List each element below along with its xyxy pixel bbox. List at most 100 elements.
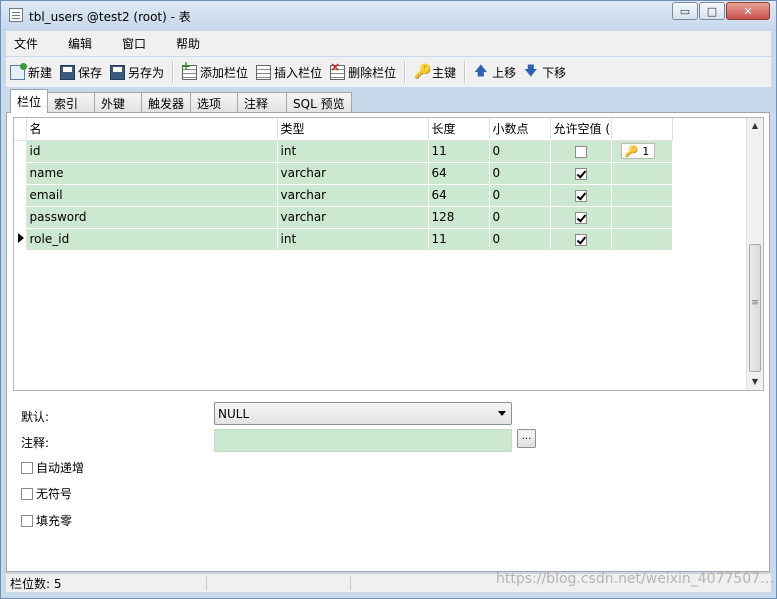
auto-increment-checkbox[interactable]	[21, 461, 33, 474]
primary-key-button[interactable]: 🔑 主键	[410, 60, 460, 84]
col-header-name[interactable]: 名	[26, 118, 278, 141]
scroll-up-icon[interactable]: ▲	[747, 118, 763, 134]
field-name-cell[interactable]: email	[26, 184, 278, 207]
delete-field-button[interactable]: 删除栏位	[326, 60, 400, 84]
comment-ellipsis-button[interactable]: ...	[517, 429, 536, 448]
allow-null-cell[interactable]	[550, 228, 612, 251]
vertical-scrollbar[interactable]: ▲ ▼	[746, 118, 763, 390]
new-label: 新建	[28, 65, 53, 80]
table-row[interactable]: id int 11 0 🔑 1	[14, 140, 673, 163]
tab-comment[interactable]: 注释	[237, 92, 288, 113]
field-decimals-cell[interactable]: 0	[489, 162, 551, 185]
key-cell[interactable]	[611, 184, 673, 207]
allow-null-cell[interactable]	[550, 184, 612, 207]
insert-field-label: 插入栏位	[274, 65, 323, 80]
menu-edit[interactable]: 编辑	[60, 35, 92, 52]
field-decimals-cell[interactable]: 0	[489, 140, 551, 163]
table-row[interactable]: password varchar 128 0	[14, 206, 673, 229]
field-decimals-cell[interactable]: 0	[489, 206, 551, 229]
row-indicator-header	[14, 118, 27, 141]
tab-strip: 栏位 索引 外键 触发器 选项 注释 SQL 预览	[10, 89, 352, 113]
auto-increment-option[interactable]: 自动递增	[21, 459, 84, 476]
add-field-button[interactable]: 添加栏位	[178, 59, 252, 84]
move-down-button[interactable]: 🡇 下移	[520, 60, 570, 84]
allow-null-checkbox[interactable]	[574, 233, 587, 246]
comment-field[interactable]	[214, 429, 512, 452]
allow-null-checkbox[interactable]	[574, 189, 587, 202]
unsigned-checkbox[interactable]	[21, 487, 33, 500]
allow-null-checkbox[interactable]	[574, 145, 587, 158]
col-header-length[interactable]: 长度	[428, 118, 490, 141]
save-as-label: 另存为	[128, 65, 165, 80]
key-order: 1	[642, 144, 650, 158]
col-header-key[interactable]	[611, 118, 673, 141]
save-button[interactable]: 保存	[56, 60, 106, 84]
allow-null-checkbox[interactable]	[574, 211, 587, 224]
close-button[interactable]: ✕	[726, 2, 770, 20]
field-name-cell[interactable]: id	[26, 140, 278, 163]
title-bar[interactable]: tbl_users @test2 (root) - 表 ▭ □ ✕	[1, 1, 776, 31]
zerofill-option[interactable]: 填充零	[21, 512, 72, 529]
save-label: 保存	[78, 65, 103, 80]
save-as-icon	[110, 64, 126, 80]
unsigned-option[interactable]: 无符号	[21, 485, 72, 502]
field-name-cell[interactable]: role_id	[26, 228, 278, 251]
row-indicator	[14, 162, 27, 185]
new-button[interactable]: 新建	[6, 60, 56, 84]
field-length-cell[interactable]: 11	[428, 228, 490, 251]
field-name-cell[interactable]: name	[26, 162, 278, 185]
tab-sql-preview[interactable]: SQL 预览	[286, 92, 352, 113]
tab-indexes[interactable]: 索引	[47, 92, 96, 113]
menu-file[interactable]: 文件	[6, 35, 38, 52]
tab-options[interactable]: 选项	[190, 92, 239, 113]
field-type-cell[interactable]: int	[277, 140, 429, 163]
field-decimals-cell[interactable]: 0	[489, 184, 551, 207]
key-cell[interactable]	[611, 228, 673, 251]
key-cell[interactable]	[611, 162, 673, 185]
allow-null-checkbox[interactable]	[574, 167, 587, 180]
save-icon	[60, 64, 76, 80]
field-type-cell[interactable]: varchar	[277, 206, 429, 229]
menu-window[interactable]: 窗口	[114, 35, 146, 52]
field-type-cell[interactable]: varchar	[277, 184, 429, 207]
row-indicator	[14, 206, 27, 229]
allow-null-cell[interactable]	[550, 206, 612, 229]
field-length-cell[interactable]: 11	[428, 140, 490, 163]
field-decimals-cell[interactable]: 0	[489, 228, 551, 251]
scroll-thumb[interactable]	[749, 244, 761, 372]
allow-null-cell[interactable]	[550, 162, 612, 185]
move-up-button[interactable]: 🡅 上移	[470, 60, 520, 84]
maximize-button[interactable]: □	[699, 2, 725, 20]
menu-help[interactable]: 帮助	[168, 35, 200, 52]
table-row[interactable]: email varchar 64 0	[14, 184, 673, 207]
save-as-button[interactable]: 另存为	[106, 60, 168, 84]
field-length-cell[interactable]: 64	[428, 162, 490, 185]
col-header-allow-null[interactable]: 允许空值 (	[550, 118, 612, 141]
insert-field-button[interactable]: 插入栏位	[252, 60, 326, 84]
key-cell[interactable]	[611, 206, 673, 229]
fields-panel: 名 类型 长度 小数点 允许空值 ( id int 11 0 🔑 1 name varchar…	[6, 112, 770, 572]
allow-null-cell[interactable]	[550, 140, 612, 163]
field-length-cell[interactable]: 64	[428, 184, 490, 207]
minimize-button[interactable]: ▭	[672, 2, 698, 20]
default-select[interactable]: NULL	[214, 402, 512, 425]
tab-foreign-keys[interactable]: 外键	[94, 92, 143, 113]
field-length-cell[interactable]: 128	[428, 206, 490, 229]
row-indicator	[14, 140, 27, 163]
tab-triggers[interactable]: 触发器	[141, 92, 192, 113]
field-name-cell[interactable]: password	[26, 206, 278, 229]
col-header-decimals[interactable]: 小数点	[489, 118, 551, 141]
tab-fields[interactable]: 栏位	[10, 89, 49, 113]
field-type-cell[interactable]: varchar	[277, 162, 429, 185]
scroll-down-icon[interactable]: ▼	[747, 374, 763, 390]
field-type-cell[interactable]: int	[277, 228, 429, 251]
table-row[interactable]: name varchar 64 0	[14, 162, 673, 185]
col-header-type[interactable]: 类型	[277, 118, 429, 141]
table-header-row: 名 类型 长度 小数点 允许空值 (	[14, 118, 673, 141]
toolbar-separator	[464, 61, 467, 83]
table-row[interactable]: role_id int 11 0	[14, 228, 673, 251]
toolbar-separator	[172, 61, 175, 83]
unsigned-label: 无符号	[36, 487, 73, 501]
zerofill-checkbox[interactable]	[21, 514, 33, 527]
key-cell[interactable]: 🔑 1	[611, 140, 673, 163]
